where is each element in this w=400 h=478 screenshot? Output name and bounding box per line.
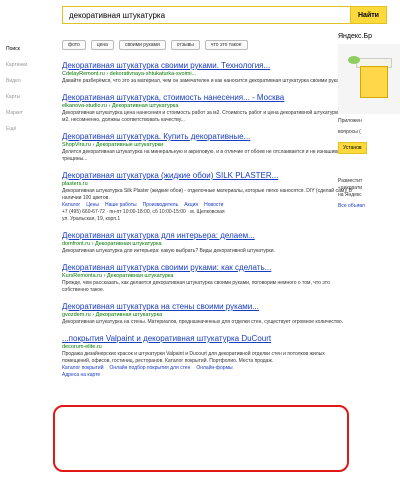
filter-chips: фото цена своими руками отзывы что это т… (62, 40, 248, 50)
result-item: Декоративная штукатурка своими руками. Т… (62, 61, 352, 85)
sitelink-catalog[interactable]: Каталог (62, 202, 80, 209)
result-url[interactable]: gvozdem.ru › Декоративная штукатурка (62, 312, 352, 319)
result-url[interactable]: ShopVira.ru › Декоративные штукатурки (62, 142, 352, 149)
right-panel: Яндекс.Бр Приложен вопросы ( Установ Раз… (338, 33, 400, 210)
sitelink-map-addresses[interactable]: Адреса на карте (62, 372, 100, 379)
search-input[interactable] (63, 7, 350, 23)
browser-promo-title[interactable]: Яндекс.Бр (338, 33, 400, 40)
highlight-outline (53, 405, 349, 472)
contact-address[interactable]: ул. Уральская, 19, корп.1 (62, 216, 352, 223)
sitelink-news[interactable]: Новости (204, 202, 223, 209)
result-url[interactable]: domfront.ru › Декоративная штукатурка (62, 241, 352, 248)
search-button[interactable]: Найти (350, 7, 386, 23)
result-url[interactable]: CdelayRemont.ru › dekorativnaya-shtukatu… (62, 71, 352, 78)
left-nav: Поиск Картинки Видео Карты Маркет Ещё (6, 41, 54, 137)
result-snippet: Декоративная штукатурка на стены. Матери… (62, 319, 343, 325)
ad-line: «декорати (338, 185, 363, 191)
sitelink-works[interactable]: Наше работы (105, 202, 137, 209)
all-ads-link[interactable]: Все объявл (338, 203, 400, 210)
result-snippet: Давайте разберёмся, что это за материал,… (62, 78, 347, 84)
result-snippet: Прежде, чем рассказать, как делается дек… (62, 280, 330, 293)
browser-promo-text: Приложен (338, 118, 362, 124)
result-item: Декоративная штукатурка своими руками: к… (62, 263, 352, 294)
nav-item-maps[interactable]: Карты (6, 89, 54, 105)
leaf-shape (348, 56, 360, 64)
result-snippet: Делится декоративная штукатурка на минер… (62, 149, 345, 162)
result-title[interactable]: Декоративная штукатурка своими руками. Т… (62, 61, 352, 71)
result-url[interactable]: elkanova-studio.ru › Декоративная штукат… (62, 103, 352, 110)
sitelink-catalog[interactable]: Каталог покрытий (62, 365, 104, 372)
sitelink-prices[interactable]: Цены (86, 202, 99, 209)
result-snippet: Продажа дизайнерских красок и штукатурки… (62, 351, 325, 364)
result-item: Декоративная штукатурка. Купить декорати… (62, 132, 352, 163)
result-title[interactable]: ...покрытия Valpaint и декоративная штук… (62, 334, 352, 344)
ad-promo-text: Разместит «декорати на Яндекс Все объявл (338, 178, 400, 210)
result-title[interactable]: Декоративная штукатурка (жидкие обои) SI… (62, 171, 352, 181)
result-url[interactable]: KursRemonta.ru › Декоративная штукатурка (62, 273, 352, 280)
result-item: Декоративная штукатурка (жидкие обои) SI… (62, 171, 352, 223)
sitelinks: Каталог Цены Наше работы Производитель А… (62, 202, 352, 209)
sitelink-online-selection[interactable]: Онлайн подбор покрытия для стен (110, 365, 191, 372)
filter-chip-what-is[interactable]: что это такое (204, 40, 248, 50)
nav-item-market[interactable]: Маркет (6, 105, 54, 121)
nav-item-video[interactable]: Видео (6, 73, 54, 89)
browser-promo-text: вопросы ( (338, 129, 361, 135)
map-link-row: Адреса на карте (62, 372, 352, 379)
result-item: Декоративная штукатурка, стоимость нанес… (62, 93, 352, 124)
result-title[interactable]: Декоративная штукатурка на стены своими … (62, 302, 352, 312)
contact-phone: +7 (495) 660-67-72 · пн-пт 10:00-18:00, … (62, 209, 225, 215)
result-snippet: Декоративная штукатурка для интерьера: к… (62, 248, 275, 254)
result-item: Декоративная штукатурка для интерьера: д… (62, 231, 352, 255)
sitelink-promo[interactable]: Акция (184, 202, 198, 209)
nav-item-more[interactable]: Ещё (6, 121, 54, 137)
result-title[interactable]: Декоративная штукатурка для интерьера: д… (62, 231, 352, 241)
result-title[interactable]: Декоративная штукатурка, стоимость нанес… (62, 93, 352, 103)
ad-line: Разместит (338, 178, 363, 184)
filter-chip-price[interactable]: цена (90, 40, 114, 50)
browser-promo-illustration (338, 44, 400, 114)
result-url[interactable]: plasters.ru (62, 181, 352, 188)
result-item: Декоративная штукатурка на стены своими … (62, 302, 352, 326)
sitelink-online-forms[interactable]: Онлайн-формы (196, 365, 232, 372)
result-url[interactable]: decorum-elite.ru (62, 344, 352, 351)
install-button[interactable]: Установ (338, 142, 367, 154)
nav-item-search[interactable]: Поиск (6, 41, 54, 57)
nav-item-images[interactable]: Картинки (6, 57, 54, 73)
result-snippet: Декоративная штукатурка Silk Plaster (жи… (62, 188, 352, 201)
filter-chip-reviews[interactable]: отзывы (170, 40, 200, 50)
sitelink-manufacturer[interactable]: Производитель (143, 202, 179, 209)
filter-chip-diy[interactable]: своими руками (118, 40, 166, 50)
result-title[interactable]: Декоративная штукатурка. Купить декорати… (62, 132, 352, 142)
filter-chip-photo[interactable]: фото (62, 40, 86, 50)
result-item-highlighted: ...покрытия Valpaint и декоративная штук… (62, 334, 352, 379)
search-bar: Найти (62, 6, 387, 24)
search-results: Декоративная штукатурка своими руками. Т… (62, 61, 352, 387)
ad-line: на Яндекс (338, 192, 362, 198)
result-snippet: Декоративная штукатурка цена нанесения и… (62, 110, 347, 123)
box-shape (360, 66, 388, 98)
result-title[interactable]: Декоративная штукатурка своими руками: к… (62, 263, 352, 273)
sitelinks: Каталог покрытий Онлайн подбор покрытия … (62, 365, 352, 372)
